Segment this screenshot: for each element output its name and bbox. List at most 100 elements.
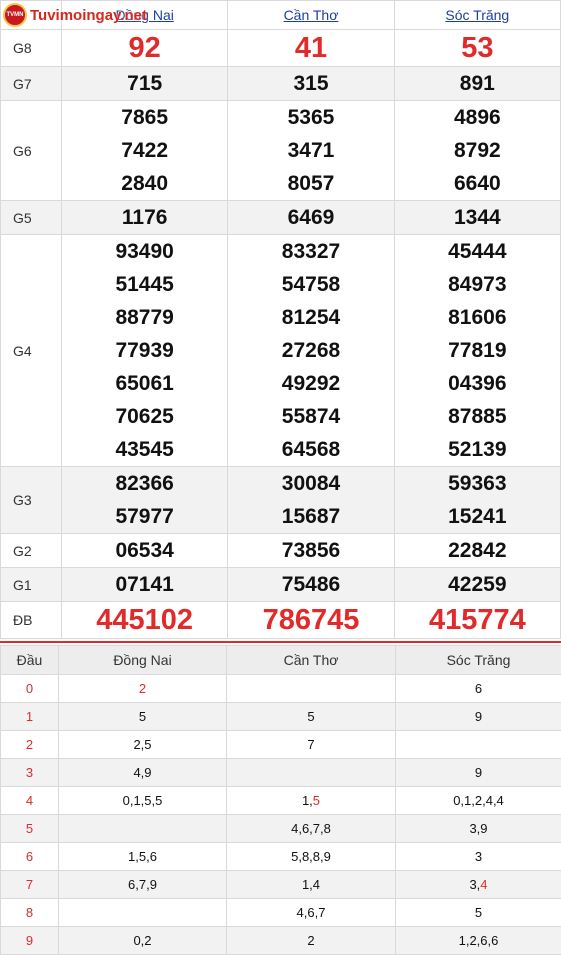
prize-number: 75486 bbox=[228, 568, 393, 601]
prize-number: 15687 bbox=[228, 500, 393, 533]
prize-number: 53 bbox=[395, 30, 560, 66]
prize-number: 1344 bbox=[395, 201, 560, 234]
prize-cell: 92 bbox=[62, 30, 228, 67]
prize-number: 5365 bbox=[228, 101, 393, 134]
loto-dau: 7 bbox=[1, 871, 59, 899]
loto-cell: 6 bbox=[396, 675, 561, 703]
prize-number: 06534 bbox=[62, 534, 227, 567]
prize-cell: 53 bbox=[394, 30, 560, 67]
prize-cell: 315 bbox=[228, 67, 394, 101]
loto-highlight: 5 bbox=[313, 793, 320, 808]
prize-number: 27268 bbox=[228, 334, 393, 367]
loto-row: 4 0,1,5,5 1,5 0,1,2,4,4 bbox=[1, 787, 561, 815]
loto-cell: 1,5,6 bbox=[59, 843, 227, 871]
loto-values: 4,6,7 bbox=[297, 905, 326, 920]
prize-cell: 41 bbox=[228, 30, 394, 67]
prize-cell: 5936315241 bbox=[394, 467, 560, 534]
prize-number: 57977 bbox=[62, 500, 227, 533]
prize-number: 49292 bbox=[228, 367, 393, 400]
loto-row: 34,99 bbox=[1, 759, 561, 787]
prize-cell: 786745 bbox=[228, 602, 394, 639]
loto-dau: 6 bbox=[1, 843, 59, 871]
loto-cell: 3,9 bbox=[396, 815, 561, 843]
province-link[interactable]: Cần Thơ bbox=[284, 7, 339, 23]
loto-values: 1,4 bbox=[302, 877, 320, 892]
loto-header-province: Sóc Trăng bbox=[396, 646, 561, 675]
prize-number: 77939 bbox=[62, 334, 227, 367]
loto-values: 6 bbox=[475, 681, 482, 696]
loto-values: 0,2 bbox=[133, 933, 151, 948]
prize-number: 315 bbox=[228, 67, 393, 100]
loto-cell bbox=[59, 899, 227, 927]
loto-cell: 7 bbox=[227, 731, 396, 759]
site-logo[interactable]: TVMN Tuvimoingay.net bbox=[3, 2, 147, 28]
loto-cell: 5 bbox=[396, 899, 561, 927]
loto-values: 0,1,2,4,4 bbox=[453, 793, 504, 808]
province-link[interactable]: Sóc Trăng bbox=[445, 7, 509, 23]
loto-header-row: Đầu Đồng Nai Cần Thơ Sóc Trăng bbox=[1, 646, 561, 675]
prize-cell: 1344 bbox=[394, 201, 560, 235]
prize-number: 92 bbox=[62, 30, 227, 66]
prize-row: G8924153 bbox=[1, 30, 561, 67]
loto-row: 1559 bbox=[1, 703, 561, 731]
prize-number: 64568 bbox=[228, 433, 393, 466]
prize-number: 3471 bbox=[228, 134, 393, 167]
prize-label: G5 bbox=[1, 201, 62, 235]
site-name: Tuvimoingay.net bbox=[30, 7, 147, 24]
loto-row: 8 4,6,7 5 bbox=[1, 899, 561, 927]
loto-cell: 4,9 bbox=[59, 759, 227, 787]
prize-number: 82366 bbox=[62, 467, 227, 500]
loto-values: 4,9 bbox=[133, 765, 151, 780]
prize-number: 07141 bbox=[62, 568, 227, 601]
prize-number: 55874 bbox=[228, 400, 393, 433]
loto-dau: 2 bbox=[1, 731, 59, 759]
prize-cell: 07141 bbox=[62, 568, 228, 602]
prize-label: ĐB bbox=[1, 602, 62, 639]
prize-number: 81254 bbox=[228, 301, 393, 334]
prize-row: G1071417548642259 bbox=[1, 568, 561, 602]
prize-number: 786745 bbox=[228, 602, 393, 638]
prize-label: G6 bbox=[1, 101, 62, 201]
loto-cell: 1,2,6,6 bbox=[396, 927, 561, 955]
prize-row: G493490514458877977939650617062543545833… bbox=[1, 235, 561, 467]
prize-number: 73856 bbox=[228, 534, 393, 567]
prize-cell: 415774 bbox=[394, 602, 560, 639]
loto-values: 1,2,6,6 bbox=[459, 933, 499, 948]
prize-number: 2840 bbox=[62, 167, 227, 200]
prize-number: 4896 bbox=[395, 101, 560, 134]
prize-number: 7422 bbox=[62, 134, 227, 167]
province-header[interactable]: Cần Thơ bbox=[228, 1, 394, 30]
province-header[interactable]: Sóc Trăng bbox=[394, 1, 560, 30]
loto-dau: 0 bbox=[1, 675, 59, 703]
loto-dau: 5 bbox=[1, 815, 59, 843]
loto-values: 0,1,5,5 bbox=[123, 793, 163, 808]
loto-dau: 1 bbox=[1, 703, 59, 731]
prize-number: 43545 bbox=[62, 433, 227, 466]
loto-row: 76,7,91,43,4 bbox=[1, 871, 561, 899]
prize-label: G7 bbox=[1, 67, 62, 101]
prize-row: G7715315891 bbox=[1, 67, 561, 101]
prize-number: 15241 bbox=[395, 500, 560, 533]
loto-table: Đầu Đồng Nai Cần Thơ Sóc Trăng 026155922… bbox=[0, 645, 561, 955]
loto-cell: 0,1,5,5 bbox=[59, 787, 227, 815]
prize-number: 83327 bbox=[228, 235, 393, 268]
loto-header-province: Cần Thơ bbox=[227, 646, 396, 675]
prize-number: 445102 bbox=[62, 602, 227, 638]
loto-row: 5 4,6,7,8 3,9 bbox=[1, 815, 561, 843]
prize-number: 84973 bbox=[395, 268, 560, 301]
prize-label: G2 bbox=[1, 534, 62, 568]
loto-values: 2 bbox=[307, 933, 314, 948]
loto-dau: 8 bbox=[1, 899, 59, 927]
prize-number: 415774 bbox=[395, 602, 560, 638]
loto-cell: 1,5 bbox=[227, 787, 396, 815]
loto-dau: 4 bbox=[1, 787, 59, 815]
loto-values: 2,5 bbox=[133, 737, 151, 752]
prize-row: ĐB445102786745415774 bbox=[1, 602, 561, 639]
prize-number: 1176 bbox=[62, 201, 227, 234]
loto-cell bbox=[396, 731, 561, 759]
loto-row: 22,57 bbox=[1, 731, 561, 759]
loto-values: 4,6,7,8 bbox=[291, 821, 331, 836]
prize-number: 81606 bbox=[395, 301, 560, 334]
loto-header-dau: Đầu bbox=[1, 646, 59, 675]
prize-number: 8792 bbox=[395, 134, 560, 167]
